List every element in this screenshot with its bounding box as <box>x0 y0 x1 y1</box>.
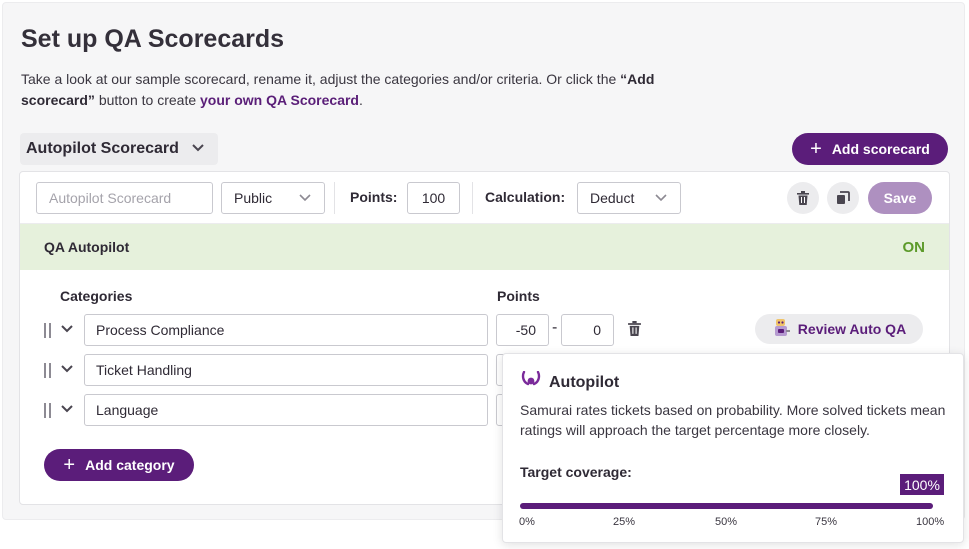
range-dash: - <box>552 319 558 336</box>
robot-icon <box>772 317 792 342</box>
calculation-select[interactable]: Deduct <box>577 182 681 214</box>
add-scorecard-button[interactable]: + Add scorecard <box>792 133 948 165</box>
category-name-input[interactable]: Ticket Handling <box>84 354 488 386</box>
intro-text: Take a look at our sample scorecard, ren… <box>21 69 661 111</box>
chevron-down-icon <box>298 190 312 206</box>
scorecard-name-placeholder: Autopilot Scorecard <box>49 190 172 206</box>
category-min-points: -50 <box>515 322 536 338</box>
chevron-down-icon[interactable] <box>60 362 74 381</box>
intro-text-part1: Take a look at our sample scorecard, ren… <box>21 71 621 87</box>
chevron-down-icon[interactable] <box>60 402 74 421</box>
categories-column-header: Categories <box>60 288 133 304</box>
target-coverage-slider[interactable] <box>520 503 933 509</box>
chevron-down-icon <box>191 140 205 158</box>
category-row: Process Compliance -50 - 0 Review Auto Q… <box>20 314 949 346</box>
scorecard-selector-label: Autopilot Scorecard <box>26 140 179 157</box>
popover-description: Samurai rates tickets based on probabili… <box>520 402 946 438</box>
slider-fill <box>520 503 933 509</box>
category-name: Process Compliance <box>96 322 225 338</box>
category-name-input[interactable]: Language <box>84 394 488 426</box>
visibility-select[interactable]: Public <box>221 182 325 214</box>
points-column-header: Points <box>497 288 540 304</box>
save-button[interactable]: Save <box>868 182 932 214</box>
add-category-label: Add category <box>85 457 175 473</box>
total-points-value: 100 <box>421 190 446 206</box>
calculation-value: Deduct <box>590 190 635 206</box>
duplicate-scorecard-button[interactable] <box>827 182 859 214</box>
popover-title: Autopilot <box>521 370 620 394</box>
trash-icon <box>797 191 809 205</box>
review-auto-qa-button[interactable]: Review Auto QA <box>755 314 923 344</box>
intro-text-end: . <box>358 92 363 108</box>
page-title: Set up QA Scorecards <box>21 25 285 53</box>
delete-scorecard-button[interactable] <box>787 182 819 214</box>
qa-autopilot-banner[interactable]: QA Autopilot ON <box>20 224 949 270</box>
chevron-down-icon[interactable] <box>60 322 74 341</box>
slider-tick: 50% <box>715 516 738 528</box>
scorecard-toolbar: Autopilot Scorecard Public Points: 100 C… <box>20 172 949 224</box>
add-scorecard-label: Add scorecard <box>831 141 930 157</box>
qa-autopilot-label: QA Autopilot <box>44 239 130 255</box>
drag-handle-icon[interactable] <box>44 403 51 418</box>
slider-tick: 0% <box>519 516 535 528</box>
visibility-value: Public <box>234 190 273 206</box>
delete-category-button[interactable] <box>628 321 641 341</box>
plus-icon: + <box>810 138 822 160</box>
divider <box>472 182 473 214</box>
category-name: Language <box>96 402 159 418</box>
scorecard-name-input[interactable]: Autopilot Scorecard <box>36 182 213 214</box>
autopilot-popover: Autopilot Samurai rates tickets based on… <box>502 353 964 543</box>
autopilot-status-badge: ON <box>902 238 926 256</box>
intro-text-part2: button to create <box>94 92 201 108</box>
drag-handle-icon[interactable] <box>44 323 51 338</box>
slider-tick: 75% <box>815 516 838 528</box>
slider-tick: 25% <box>613 516 636 528</box>
total-points-input[interactable]: 100 <box>407 182 460 214</box>
category-min-points-input[interactable]: -50 <box>496 314 549 346</box>
popover-title-text: Autopilot <box>549 373 620 391</box>
autopilot-icon <box>521 370 541 394</box>
category-name: Ticket Handling <box>96 362 192 378</box>
review-auto-qa-label: Review Auto QA <box>797 321 907 337</box>
plus-icon: + <box>63 454 76 476</box>
add-category-button[interactable]: + Add category <box>44 449 194 481</box>
calculation-label: Calculation: <box>485 189 566 205</box>
target-coverage-value: 100% <box>900 474 944 495</box>
category-max-points: 0 <box>593 322 601 338</box>
own-scorecard-link[interactable]: your own QA Scorecard <box>200 92 359 108</box>
trash-icon <box>628 321 641 336</box>
slider-tick: 100% <box>916 516 945 528</box>
divider <box>334 182 335 214</box>
chevron-down-icon <box>654 190 668 206</box>
copy-icon <box>837 191 850 204</box>
category-name-input[interactable]: Process Compliance <box>84 314 488 346</box>
drag-handle-icon[interactable] <box>44 363 51 378</box>
scorecard-selector[interactable]: Autopilot Scorecard <box>20 133 218 165</box>
category-max-points-input[interactable]: 0 <box>561 314 614 346</box>
points-label: Points: <box>350 189 398 205</box>
target-coverage-label: Target coverage: <box>520 464 632 480</box>
